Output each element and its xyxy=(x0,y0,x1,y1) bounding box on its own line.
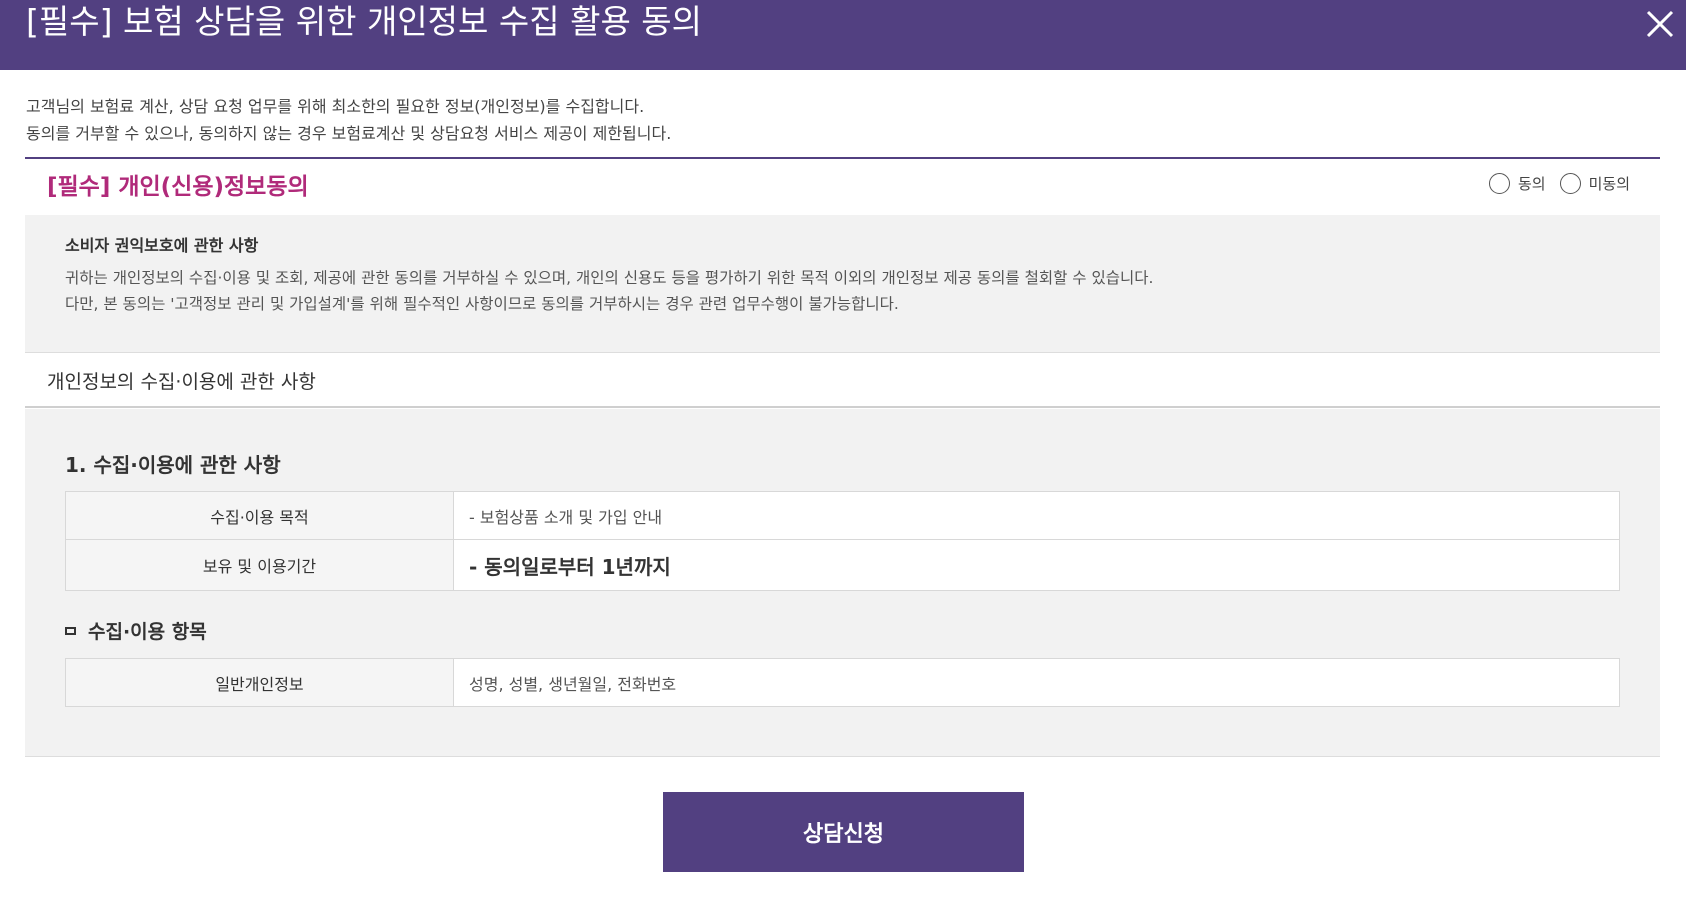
intro-line-2: 동의를 거부할 수 있으나, 동의하지 않는 경우 보험료계산 및 상담요청 서… xyxy=(26,124,672,143)
square-bullet-icon xyxy=(65,626,76,635)
disagree-radio[interactable]: 미동의 xyxy=(1559,173,1630,194)
agree-radio-label[interactable]: 동의 xyxy=(1518,173,1546,194)
modal-header: [필수] 보험 상담을 위한 개인정보 수집 활용 동의 xyxy=(0,0,1686,70)
agree-radio-circle[interactable] xyxy=(1488,173,1510,194)
consent-section-header: [필수] 개인(신용)정보동의 동의 미동의 xyxy=(25,157,1660,215)
consent-radio-group: 동의 미동의 xyxy=(1475,173,1630,194)
notice-line-1: 귀하는 개인정보의 수집·이용 및 조회, 제공에 관한 동의를 거부하실 수 … xyxy=(65,269,1154,287)
general-info-label: 일반개인정보 xyxy=(65,658,454,707)
table-row: 보유 및 이용기간 - 동의일로부터 1년까지 xyxy=(65,539,1620,591)
notice-title: 소비자 권익보호에 관한 사항 xyxy=(65,236,259,255)
items-table: 일반개인정보 성명, 성별, 생년월일, 전화번호 xyxy=(65,658,1620,707)
items-subtitle: 수집·이용 항목 xyxy=(65,617,207,644)
consumer-rights-notice: 소비자 권익보호에 관한 사항 귀하는 개인정보의 수집·이용 및 조회, 제공… xyxy=(25,215,1660,353)
intro-line-1: 고객님의 보험료 계산, 상담 요청 업무를 위해 최소한의 필요한 정보(개인… xyxy=(26,97,645,116)
notice-line-2: 다만, 본 동의는 '고객정보 관리 및 가입설계'를 위해 필수적인 사항이므… xyxy=(65,295,899,313)
retention-label: 보유 및 이용기간 xyxy=(65,539,454,591)
retention-value: - 동의일로부터 1년까지 xyxy=(453,539,1620,591)
intro-text: 고객님의 보험료 계산, 상담 요청 업무를 위해 최소한의 필요한 정보(개인… xyxy=(26,93,671,147)
close-icon[interactable] xyxy=(1640,4,1680,44)
items-subtitle-label: 수집·이용 항목 xyxy=(88,621,207,643)
table-row: 수집·이용 목적 - 보험상품 소개 및 가입 안내 xyxy=(65,491,1620,540)
agree-radio[interactable]: 동의 xyxy=(1488,173,1546,194)
purpose-value: - 보험상품 소개 및 가입 안내 xyxy=(453,491,1620,540)
disagree-radio-label[interactable]: 미동의 xyxy=(1589,173,1630,194)
collect-usage-heading-label: 개인정보의 수집·이용에 관한 사항 xyxy=(47,371,316,393)
notice-text: 귀하는 개인정보의 수집·이용 및 조회, 제공에 관한 동의를 거부하실 수 … xyxy=(65,265,1153,317)
disagree-radio-circle[interactable] xyxy=(1559,173,1581,194)
table-row: 일반개인정보 성명, 성별, 생년월일, 전화번호 xyxy=(65,658,1620,707)
purpose-table: 수집·이용 목적 - 보험상품 소개 및 가입 안내 보유 및 이용기간 - 동… xyxy=(65,491,1620,591)
modal-title: [필수] 보험 상담을 위한 개인정보 수집 활용 동의 xyxy=(26,2,703,41)
collect-usage-details: 1. 수집·이용에 관한 사항 수집·이용 목적 - 보험상품 소개 및 가입 … xyxy=(25,409,1660,757)
collect-usage-heading: 개인정보의 수집·이용에 관한 사항 xyxy=(25,353,1660,408)
general-info-value: 성명, 성별, 생년월일, 전화번호 xyxy=(453,658,1620,707)
consent-title: [필수] 개인(신용)정보동의 xyxy=(47,174,309,200)
consult-request-button[interactable]: 상담신청 xyxy=(663,792,1024,872)
section-title: 1. 수집·이용에 관한 사항 xyxy=(65,453,281,477)
purpose-label: 수집·이용 목적 xyxy=(65,491,454,540)
